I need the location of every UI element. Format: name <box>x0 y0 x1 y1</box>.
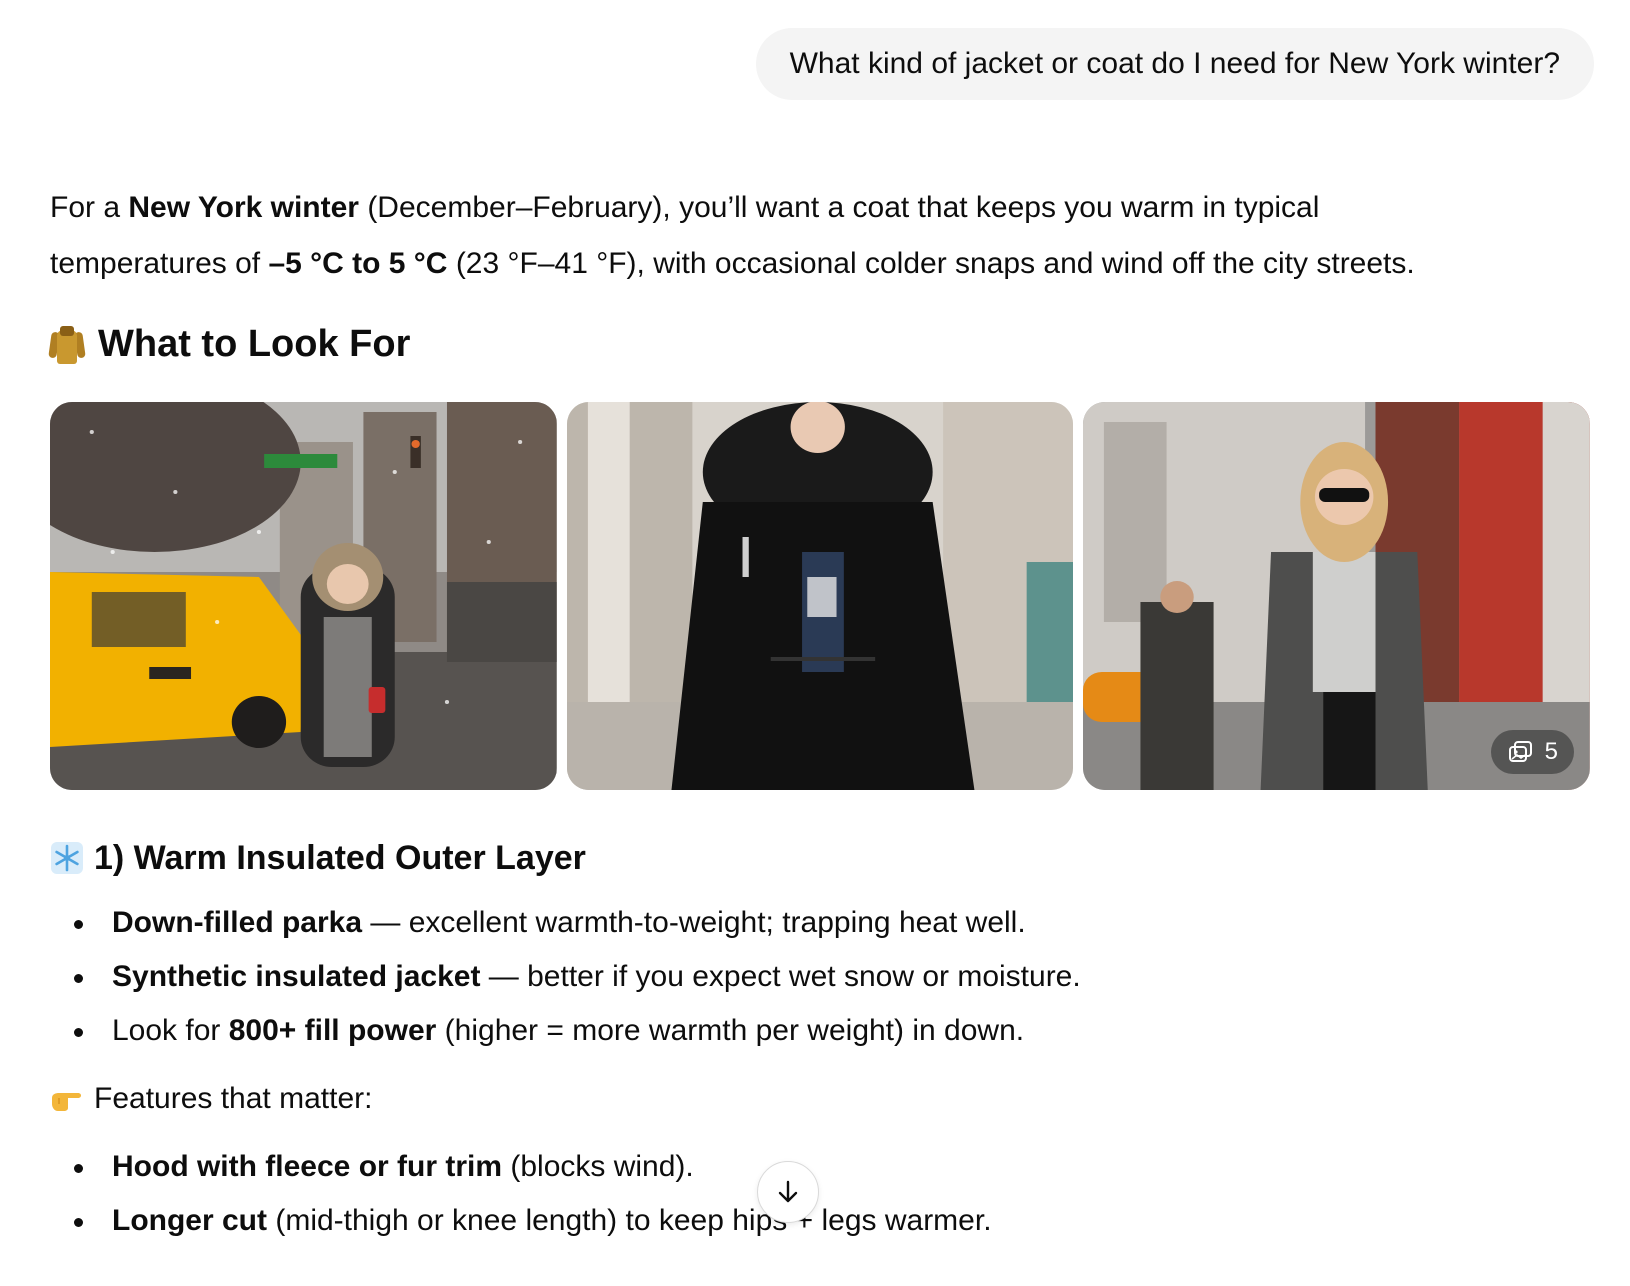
intro-paragraph: For a New York winter (December–February… <box>50 180 1590 292</box>
more-images-count: 5 <box>1544 738 1559 765</box>
intro-text: For a <box>50 191 129 224</box>
coat-icon <box>48 322 86 366</box>
heading-text: What to Look For <box>98 323 411 365</box>
image-gallery: 5 <box>50 402 1591 790</box>
intro-bold: New York winter <box>128 191 359 224</box>
user-message-bubble: What kind of jacket or coat do I need fo… <box>755 28 1594 100</box>
intro-text: temperatures of <box>50 247 269 280</box>
section1-title: 1) Warm Insulated Outer Layer <box>94 839 586 877</box>
more-images-badge[interactable]: 5 <box>1490 730 1575 774</box>
snowflake-icon <box>51 842 83 874</box>
features-heading: Features that matter: <box>50 1072 1590 1126</box>
features-list: Hood with fleece or fur trim (blocks win… <box>50 1140 1590 1248</box>
arrow-down-icon <box>778 1180 798 1203</box>
list-item: Look for 800+ fill power (higher = more … <box>50 1004 1590 1058</box>
chat-page: What kind of jacket or coat do I need fo… <box>0 0 1630 1286</box>
features-text: Features that matter: <box>94 1082 373 1115</box>
photo-taxi-snow[interactable] <box>50 402 557 790</box>
list-item: Hood with fleece or fur trim (blocks win… <box>50 1140 1590 1194</box>
list-item: Down-filled parka — excellent warmth-to-… <box>50 896 1590 950</box>
section1-heading: 1) Warm Insulated Outer Layer <box>50 834 1590 882</box>
heading-what-to-look-for: What to Look For <box>48 316 1590 372</box>
list-item: Synthetic insulated jacket — better if y… <box>50 950 1590 1004</box>
assistant-message: For a New York winter (December–February… <box>48 180 1591 1248</box>
pointing-hand-icon <box>52 1093 81 1111</box>
image-stack-icon <box>1508 741 1532 762</box>
photo-gray-coat[interactable]: 5 <box>1083 402 1591 790</box>
photo-black-puffer[interactable] <box>566 402 1074 790</box>
intro-text: (23 °F–41 °F), with occasional colder sn… <box>447 247 1415 280</box>
user-message-row: What kind of jacket or coat do I need fo… <box>755 28 1594 100</box>
list-item: Longer cut (mid-thigh or knee length) to… <box>50 1194 1590 1248</box>
intro-bold: –5 °C to 5 °C <box>268 247 448 280</box>
section1-list: Down-filled parka — excellent warmth-to-… <box>50 896 1590 1058</box>
intro-text: (December–February), you’ll want a coat … <box>358 191 1320 224</box>
scroll-to-bottom-button[interactable] <box>757 1161 819 1223</box>
